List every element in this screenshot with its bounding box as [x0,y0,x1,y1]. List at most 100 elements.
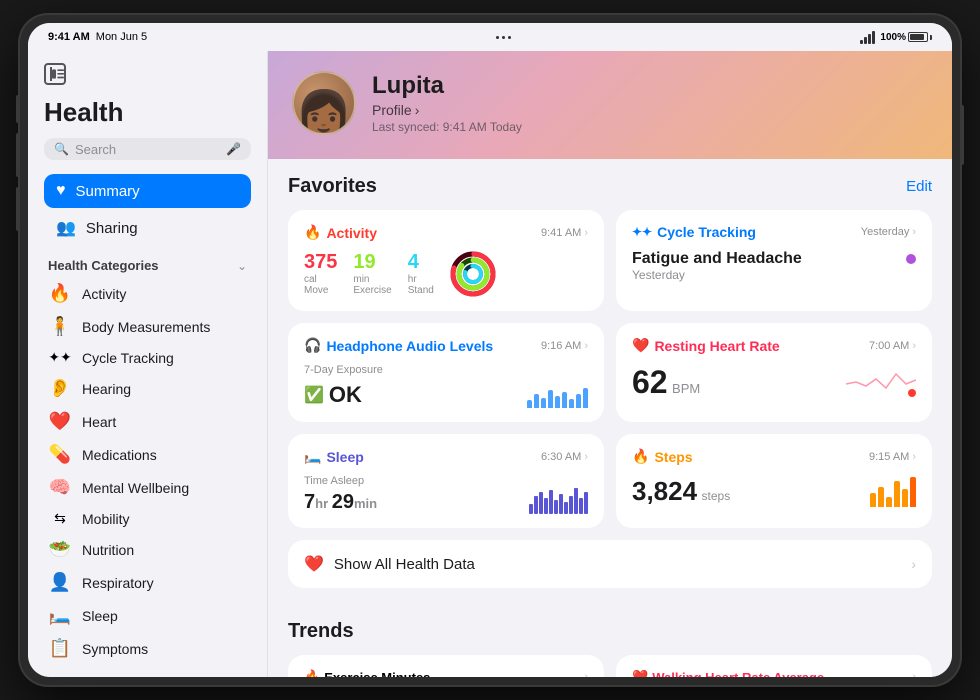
show-all-heart-icon: ❤️ [304,554,324,574]
sleep-bar-chart [529,486,588,514]
activity-stats: 375 cal Move 19 min Exercise [304,251,588,297]
categories-chevron[interactable]: ⌄ [237,259,247,273]
steps-value: 3,824 [632,476,697,506]
sleep-card[interactable]: 🛏️ Sleep 6:30 AM › Time Aslee [288,434,604,528]
headphone-card[interactable]: 🎧 Headphone Audio Levels 9:16 AM › [288,323,604,422]
nav-sharing-label: Sharing [86,220,138,237]
move-stat: 375 cal Move [304,251,337,296]
trend-heart-chevron: › [912,671,916,677]
sidebar-item-body-measurements[interactable]: 🧍 Body Measurements [44,310,251,343]
trend-heart-icon: ❤️ [632,669,648,677]
sidebar-item-medications[interactable]: 💊 Medications [44,438,251,471]
favorites-title: Favorites [288,175,377,198]
ok-icon: ✅ [304,385,324,405]
activity-card[interactable]: 🔥 Activity 9:41 AM › [288,210,604,311]
sidebar-item-activity[interactable]: 🔥 Activity [44,277,251,310]
cycle-cat-label: Cycle Tracking [82,350,174,366]
sidebar-item-cycle-tracking[interactable]: ✦✦ Cycle Tracking [44,343,251,372]
sidebar-toggle-icon[interactable] [44,63,66,85]
headphone-card-time: 9:16 AM › [541,340,588,352]
ok-text: OK [329,382,362,408]
nav-sharing[interactable]: 👥 Sharing [44,210,251,246]
battery-indicator: 100% [880,32,932,43]
trends-section: Trends 🔥 Exercise Minutes › [268,620,952,677]
trend-heart-title: ❤️ Walking Heart Rate Average [632,669,824,677]
show-all-health-data-button[interactable]: ❤️ Show All Health Data › [288,540,932,588]
medications-cat-icon: 💊 [48,444,72,465]
respiratory-cat-label: Respiratory [82,575,154,591]
exercise-stat: 19 min Exercise [353,251,391,296]
favorites-section: Favorites Edit 🔥 Activity [268,159,952,620]
cycle-card-title: ✦✦ Cycle Tracking [632,224,756,240]
profile-info: Lupita Profile › Last synced: 9:41 AM To… [372,72,522,134]
sidebar-item-heart[interactable]: ❤️ Heart [44,405,251,438]
sidebar-item-nutrition[interactable]: 🥗 Nutrition [44,533,251,566]
show-all-chevron: › [911,556,916,572]
sidebar-item-hearing[interactable]: 👂 Hearing [44,372,251,405]
cycle-tracking-card[interactable]: ✦✦ Cycle Tracking Yesterday › [616,210,932,311]
steps-bar-chart [870,475,916,507]
ipad-screen: 9:41 AM Mon Jun 5 100% [28,23,952,677]
activity-rings [450,251,496,297]
status-bar-right: 100% [860,31,932,44]
heart-rate-card[interactable]: ❤️ Resting Heart Rate 7:00 AM › [616,323,932,422]
heart-cat-icon: ❤️ [48,411,72,432]
heart-cat-label: Heart [82,414,116,430]
nav-summary[interactable]: ♥ Summary [44,174,251,208]
cycle-cat-icon: ✦✦ [48,349,72,366]
dot-2 [502,36,505,39]
power-button[interactable] [960,105,964,165]
status-bar-left: 9:41 AM Mon Jun 5 [48,31,147,43]
search-placeholder: Search [75,142,220,157]
activity-card-title: 🔥 Activity [304,224,377,241]
ipad-frame: 9:41 AM Mon Jun 5 100% [20,15,960,685]
profile-link[interactable]: Profile › [372,102,522,118]
sidebar-item-mobility[interactable]: ⇆ Mobility [44,504,251,533]
status-day: Mon Jun 5 [96,31,147,43]
respiratory-cat-icon: 👤 [48,572,72,593]
headphone-icon: 🎧 [304,337,321,354]
sharing-icon: 👥 [56,218,76,238]
mobility-cat-icon: ⇆ [48,510,72,527]
nav-summary-label: Summary [76,183,140,200]
sleep-icon: 🛏️ [304,448,321,465]
mental-cat-icon: 🧠 [48,477,72,498]
mute-button[interactable] [16,95,20,123]
body-cat-icon: 🧍 [48,316,72,337]
steps-card[interactable]: 🔥 Steps 9:15 AM › 3,824 [616,434,932,528]
cycle-event-sub: Yesterday [632,268,802,282]
ok-badge: ✅ OK [304,382,383,408]
dot-3 [508,36,511,39]
trends-title-row: Trends [288,620,932,643]
trend-walking-heart-rate[interactable]: ❤️ Walking Heart Rate Average › [616,655,932,677]
edit-button[interactable]: Edit [906,178,932,195]
app-title: Health [44,97,251,128]
hearing-cat-label: Hearing [82,381,131,397]
audio-bar-chart [527,380,588,408]
show-all-label: Show All Health Data [334,556,901,573]
activity-card-time: 9:41 AM › [541,227,588,239]
cycle-dot [906,254,916,264]
sleep-card-title: 🛏️ Sleep [304,448,364,465]
sidebar-top [44,63,251,85]
symptoms-cat-icon: 📋 [48,638,72,659]
sleep-card-time: 6:30 AM › [541,451,588,463]
trend-exercise-minutes[interactable]: 🔥 Exercise Minutes › [288,655,604,677]
heart-rate-value: 62 [632,364,668,400]
sidebar-item-mental-wellbeing[interactable]: 🧠 Mental Wellbeing [44,471,251,504]
dot-1 [496,36,499,39]
profile-name: Lupita [372,72,522,100]
sleep-hours: 7hr 29min [304,491,377,513]
mental-cat-label: Mental Wellbeing [82,480,189,496]
search-bar[interactable]: 🔍 Search 🎤 [44,138,251,160]
activity-cat-label: Activity [82,286,126,302]
sidebar-item-sleep[interactable]: 🛏️ Sleep [44,599,251,632]
profile-header: Lupita Profile › Last synced: 9:41 AM To… [268,51,952,159]
profile-sync: Last synced: 9:41 AM Today [372,120,522,134]
steps-unit: steps [702,489,731,503]
heart-card-time: 7:00 AM › [869,340,916,352]
sidebar-item-symptoms[interactable]: 📋 Symptoms [44,632,251,665]
sidebar-item-respiratory[interactable]: 👤 Respiratory [44,566,251,599]
volume-down-button[interactable] [16,187,20,231]
volume-up-button[interactable] [16,133,20,177]
